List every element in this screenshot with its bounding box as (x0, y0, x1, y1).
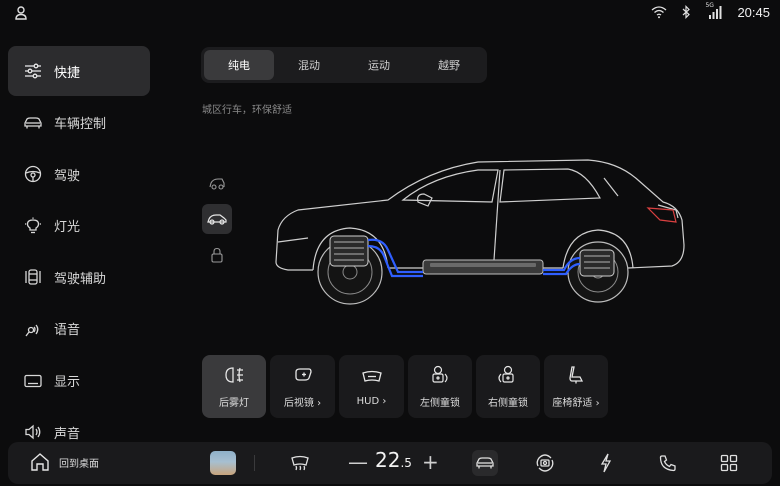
display-icon (22, 370, 44, 392)
defrost-button[interactable] (290, 453, 310, 473)
bottom-dock: 回到桌面 — 22.5 + (8, 442, 772, 484)
control-label: 右侧童锁 (488, 398, 528, 409)
sidebar: 快捷 车辆控制 驾驶 灯光 驾驶辅助 语音 显示 声音 (8, 46, 150, 459)
control-label: 后雾灯 (219, 398, 249, 409)
sidebar-item-label: 声音 (54, 426, 81, 442)
side-view-icon (209, 178, 225, 190)
front-view-icon (207, 214, 227, 225)
phone-button[interactable] (658, 453, 678, 473)
cellular-signal-icon: 5G (705, 2, 723, 20)
sidebar-item-label: 语音 (54, 323, 81, 339)
view-selector (202, 168, 232, 276)
sidebar-item-voice[interactable]: 语音 (8, 304, 150, 354)
front-view-button[interactable] (202, 204, 232, 234)
tab-sport[interactable]: 运动 (344, 50, 414, 80)
right-child-lock-button[interactable]: 右侧童锁 (476, 355, 540, 418)
sidebar-item-label: 快捷 (54, 65, 81, 81)
lock-view-icon (211, 247, 223, 263)
sidebar-item-label: 驾驶辅助 (54, 271, 107, 287)
phone-icon (659, 455, 676, 472)
home-button[interactable]: 回到桌面 (30, 452, 99, 472)
mode-description: 城区行车，环保舒适 (202, 105, 292, 116)
user-icon[interactable] (14, 5, 28, 21)
driver-assist-icon (22, 266, 44, 288)
sidebar-item-label: 灯光 (54, 220, 81, 236)
right-child-lock-icon (496, 364, 520, 386)
home-label: 回到桌面 (59, 458, 99, 470)
chevron-right-icon: › (595, 398, 600, 409)
wifi-icon (652, 6, 667, 19)
left-child-lock-button[interactable]: 左侧童锁 (408, 355, 472, 418)
speaker-icon (22, 421, 44, 443)
temperature-increase-button[interactable]: + (422, 450, 439, 474)
seat-comfort-button[interactable]: 座椅舒适 › (544, 355, 608, 418)
quick-controls: 后雾灯 后视镜 › HUD › 左侧童锁 右侧童锁 座椅舒适 › (202, 355, 608, 418)
rear-fog-light-button[interactable]: 后雾灯 (202, 355, 266, 418)
vehicle-app-button[interactable] (472, 450, 498, 476)
rear-defrost-icon (291, 455, 309, 471)
camera-button[interactable] (535, 453, 555, 473)
control-label: HUD (356, 396, 380, 407)
charging-button[interactable] (596, 453, 616, 473)
hud-icon (360, 366, 384, 388)
voice-icon (22, 318, 44, 340)
home-icon (31, 453, 49, 471)
status-bar: 5G 20:45 (0, 0, 780, 26)
seat-icon (564, 364, 588, 386)
chevron-right-icon: › (317, 398, 322, 409)
control-label: 座椅舒适 (552, 398, 593, 409)
tab-off-road[interactable]: 越野 (414, 50, 484, 80)
sidebar-item-lights[interactable]: 灯光 (8, 201, 150, 251)
control-label: 后视镜 (283, 398, 314, 409)
tab-pure-electric[interactable]: 纯电 (204, 50, 274, 80)
control-label: 左侧童锁 (420, 398, 460, 409)
temperature-int: 22 (375, 448, 401, 472)
sidebar-item-display[interactable]: 显示 (8, 356, 150, 406)
sidebar-item-label: 驾驶 (54, 168, 81, 184)
app-grid-button[interactable] (719, 453, 739, 473)
drive-mode-tabs: 纯电 混动 运动 越野 (201, 47, 487, 83)
temperature-decrease-button[interactable]: — (348, 450, 368, 474)
grid-icon (720, 454, 738, 472)
car-front-icon (476, 457, 494, 469)
sidebar-item-quick[interactable]: 快捷 (8, 46, 150, 96)
sidebar-item-label: 车辆控制 (54, 117, 107, 133)
media-thumbnail[interactable] (210, 451, 236, 475)
sidebar-item-driving[interactable]: 驾驶 (8, 149, 150, 199)
clock: 20:45 (737, 4, 770, 20)
tab-hybrid[interactable]: 混动 (274, 50, 344, 80)
bluetooth-icon (683, 5, 691, 19)
light-icon (22, 215, 44, 237)
lock-view-button[interactable] (202, 240, 232, 270)
camera-360-icon (536, 454, 554, 472)
side-view-button[interactable] (202, 168, 232, 198)
rear-fog-light-icon (222, 364, 246, 386)
sidebar-item-vehicle-control[interactable]: 车辆控制 (8, 98, 150, 148)
left-child-lock-icon (428, 364, 452, 386)
divider (254, 455, 255, 471)
steering-wheel-icon (22, 163, 44, 185)
temperature-dec: .5 (400, 456, 412, 470)
hud-button[interactable]: HUD › (339, 355, 404, 418)
sidebar-item-driver-assist[interactable]: 驾驶辅助 (8, 252, 150, 302)
temperature-display: 22.5 (375, 448, 412, 472)
mirror-button[interactable]: 后视镜 › (270, 355, 335, 418)
vehicle-illustration (275, 159, 685, 305)
lightning-icon (600, 453, 612, 473)
chevron-right-icon: › (382, 396, 387, 407)
mirror-icon (291, 364, 315, 386)
sidebar-item-label: 显示 (54, 375, 81, 391)
sliders-icon (22, 60, 44, 82)
car-icon (22, 112, 44, 134)
